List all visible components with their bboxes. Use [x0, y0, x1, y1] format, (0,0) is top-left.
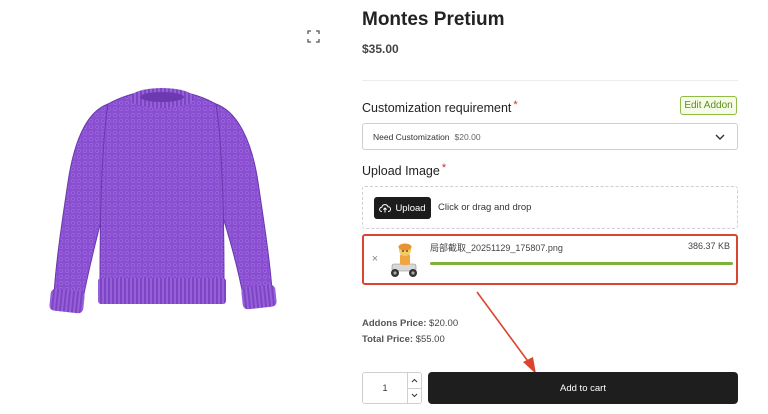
- required-mark: *: [513, 99, 518, 111]
- quantity-input[interactable]: [363, 373, 407, 403]
- product-price: $35.00: [362, 42, 399, 56]
- customization-label: Customization requirement *: [362, 99, 518, 115]
- total-price-label: Total Price:: [362, 334, 414, 345]
- file-name: 局部截取_20251129_175807.png: [430, 243, 563, 253]
- product-gallery: [0, 0, 340, 414]
- addons-price-value: $20.00: [429, 318, 459, 329]
- customization-select[interactable]: Need Customization $20.00: [362, 123, 738, 150]
- total-price-value: $55.00: [415, 334, 445, 345]
- upload-button-label: Upload: [395, 202, 426, 214]
- addons-price-row: Addons Price: $20.00: [362, 318, 458, 329]
- decrement-button[interactable]: [408, 387, 421, 404]
- upload-progress-fill: [430, 262, 733, 265]
- chevron-down-icon: [411, 393, 418, 398]
- purple-sweater-image: [49, 88, 277, 314]
- fullscreen-icon[interactable]: [307, 30, 320, 43]
- product-title: Montes Pretium: [362, 9, 505, 30]
- chevron-up-icon: [411, 378, 418, 383]
- selected-option-price: $20.00: [454, 131, 481, 142]
- file-size: 386.37 KB: [687, 241, 730, 251]
- chevron-down-icon: [715, 134, 725, 140]
- upload-button[interactable]: Upload: [374, 197, 431, 219]
- increment-button[interactable]: [408, 373, 421, 388]
- cloud-upload-icon: [379, 204, 392, 213]
- required-mark: *: [441, 162, 447, 174]
- addons-price-label: Addons Price:: [362, 318, 427, 329]
- divider: [362, 80, 738, 81]
- upload-label: Upload Image *: [362, 162, 447, 178]
- total-price-row: Total Price: $55.00: [362, 334, 445, 345]
- customization-label-text: Customization requirement: [362, 101, 512, 115]
- edit-addon-button[interactable]: Edit Addon: [680, 96, 737, 115]
- upload-drop-zone[interactable]: Upload Click or drag and drop: [362, 186, 738, 229]
- uploaded-file-item: × 局部截取_20251129_175807.png 386.37 KB: [362, 234, 738, 285]
- upload-label-text: Upload Image: [362, 164, 440, 178]
- upload-progress-bar: [430, 262, 733, 265]
- quantity-stepper: [362, 372, 422, 404]
- remove-file-icon[interactable]: ×: [370, 253, 380, 265]
- file-thumbnail: [386, 240, 422, 280]
- drop-hint: Click or drag and drop: [438, 202, 532, 213]
- stepper-buttons: [407, 373, 421, 403]
- add-to-cart-button[interactable]: Add to cart: [428, 372, 738, 404]
- selected-option: Need Customization: [373, 131, 450, 142]
